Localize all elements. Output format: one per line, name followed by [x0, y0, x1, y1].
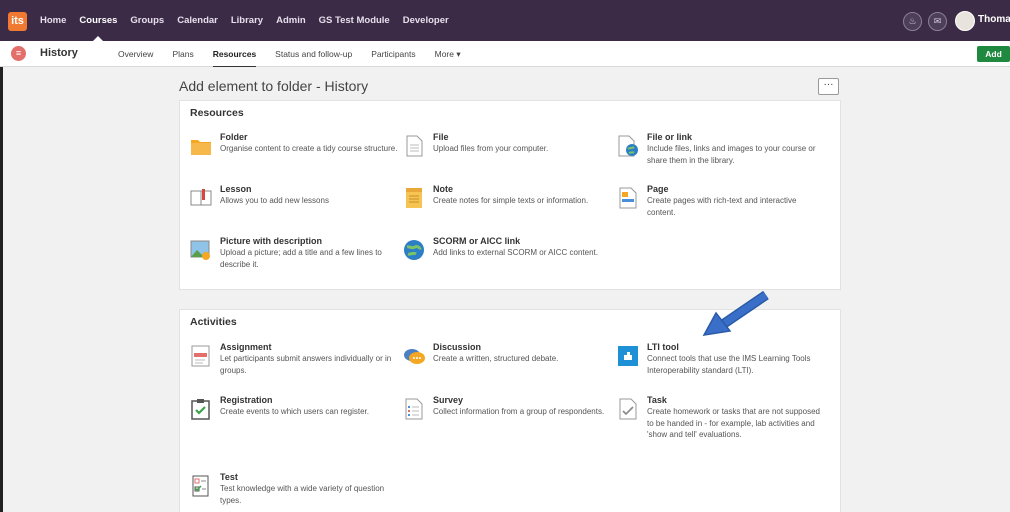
nav-groups[interactable]: Groups — [130, 15, 164, 26]
nav-admin[interactable]: Admin — [276, 15, 306, 26]
test-icon — [192, 475, 209, 497]
globe-icon — [404, 240, 424, 260]
mail-icon[interactable]: ✉ — [928, 12, 947, 31]
discussion-icon — [404, 349, 425, 364]
course-navigation-bar: ≡ History Overview Plans Resources Statu… — [0, 41, 1010, 68]
resources-heading: Resources — [190, 107, 244, 119]
tab-plans[interactable]: Plans — [172, 49, 193, 59]
add-button[interactable]: Add — [977, 46, 1010, 62]
tab-overview[interactable]: Overview — [118, 49, 153, 59]
top-navigation-bar: its Home Courses Groups Calendar Library… — [0, 0, 1010, 41]
survey-icon — [405, 398, 423, 420]
nav-home[interactable]: Home — [40, 15, 66, 26]
file-link-icon — [618, 135, 638, 157]
lti-tool-icon — [618, 346, 638, 366]
nav-developer[interactable]: Developer — [403, 15, 449, 26]
lesson-icon — [190, 189, 212, 206]
registration-icon — [191, 399, 210, 420]
file-icon — [406, 135, 423, 157]
user-name[interactable]: Thomas — [978, 14, 1010, 25]
nav-courses[interactable]: Courses — [79, 15, 117, 41]
tab-status-and-follow-up[interactable]: Status and follow-up — [275, 49, 352, 59]
bell-icon[interactable]: ♨ — [903, 12, 922, 31]
nav-calendar[interactable]: Calendar — [177, 15, 218, 26]
course-tabs: Overview Plans Resources Status and foll… — [118, 41, 480, 68]
course-title[interactable]: History — [40, 47, 78, 59]
picture-icon — [190, 240, 210, 260]
activities-heading: Activities — [190, 316, 237, 328]
nav-gs-test-module[interactable]: GS Test Module — [319, 15, 390, 26]
annotation-arrow-icon — [702, 290, 769, 336]
avatar[interactable] — [955, 11, 975, 31]
folder-icon — [191, 140, 211, 155]
page-icon — [619, 187, 637, 209]
itslearning-logo[interactable]: its — [8, 12, 27, 31]
page-title: Add element to folder - History — [179, 78, 369, 94]
activities-panel: Activities Assignment Let participants s… — [179, 309, 841, 512]
tab-more[interactable]: More ▾ — [435, 49, 461, 60]
nav-library[interactable]: Library — [231, 15, 263, 26]
assignment-icon — [191, 345, 210, 367]
tab-participants[interactable]: Participants — [371, 49, 415, 59]
more-options-button[interactable]: ··· — [818, 78, 839, 95]
note-icon — [406, 188, 422, 208]
main-nav: Home Courses Groups Calendar Library Adm… — [40, 0, 462, 41]
tab-resources[interactable]: Resources — [212, 49, 257, 68]
task-icon — [619, 398, 637, 420]
resources-panel: Resources Folder Organise content to cre… — [179, 100, 841, 290]
course-menu-icon[interactable]: ≡ — [11, 46, 26, 61]
